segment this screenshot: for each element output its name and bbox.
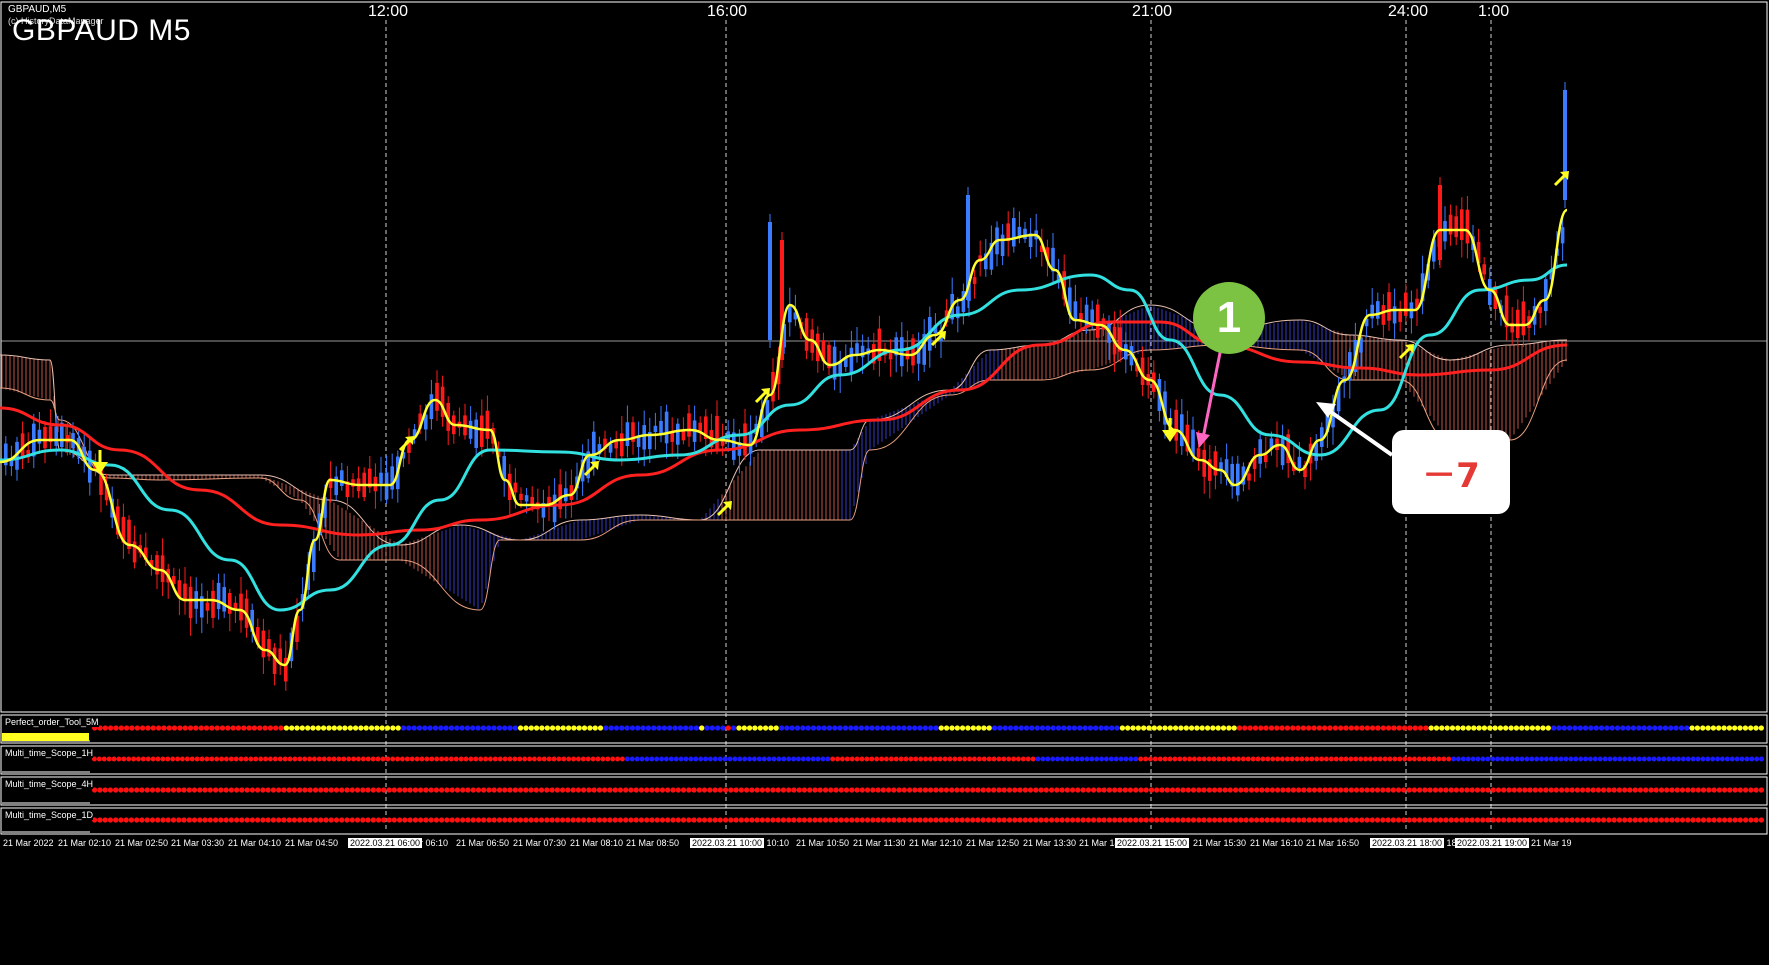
symbol-label: GBPAUD M5 xyxy=(12,14,191,47)
x-axis-label: 21 Mar 08:10 xyxy=(570,838,624,848)
x-axis-label-boxed: 2022.03.21 10:00 xyxy=(690,838,765,848)
time-label-2400: 24:00 xyxy=(1388,3,1429,20)
x-axis-label: 21 Mar 07:30 xyxy=(513,838,567,848)
x-axis-label-boxed: 2022.03.21 15:00 xyxy=(1115,838,1190,848)
pane-label-perfect-order[interactable]: Perfect_order_Tool_5M xyxy=(5,717,99,727)
x-axis-label: 21 Mar 12:50 xyxy=(966,838,1020,848)
x-axis-label: 21 Mar 11:30 xyxy=(853,838,906,848)
annotation-number-bubble: 1 xyxy=(1193,282,1265,354)
x-axis-label: 21 Mar 2022 xyxy=(3,838,54,848)
x-axis-label: 21 Mar 16:50 xyxy=(1306,838,1360,848)
x-axis-label: 21 Mar 03:30 xyxy=(171,838,225,848)
time-label-1600: 16:00 xyxy=(707,3,748,20)
x-axis-label: 21 Mar 08:50 xyxy=(626,838,680,848)
x-axis-label: r 06:10 xyxy=(420,838,449,848)
x-axis-label-boxed: 2022.03.21 19:00 xyxy=(1455,838,1530,848)
x-axis-label: 21 Mar 15:30 xyxy=(1193,838,1247,848)
x-axis-label: 21 Mar 16:10 xyxy=(1250,838,1304,848)
x-axis-label: 21 Mar 02:10 xyxy=(58,838,112,848)
x-axis-label: 21 Mar 14 xyxy=(1079,838,1120,848)
time-label-0100: 1:00 xyxy=(1478,3,1510,20)
time-label-2100: 21:00 xyxy=(1132,3,1173,20)
x-axis-label: 21 Mar 10:50 xyxy=(796,838,850,848)
x-axis-label: 21 Mar 04:50 xyxy=(285,838,339,848)
pane-label-scope-1d[interactable]: Multi_time_Scope_1D xyxy=(5,810,94,820)
x-axis-label: 21 Mar 12:10 xyxy=(909,838,963,848)
x-axis-label: 21 Mar 02:50 xyxy=(115,838,169,848)
x-axis-label: 21 Mar 04:10 xyxy=(228,838,282,848)
x-axis-label: 21 Mar 06:50 xyxy=(456,838,510,848)
time-label-1200: 12:00 xyxy=(368,3,409,20)
pane-label-scope-4h[interactable]: Multi_time_Scope_4H xyxy=(5,779,94,789)
x-axis-label: r 10:10 xyxy=(761,838,790,848)
x-axis-label: 21 Mar 19 xyxy=(1531,838,1572,848)
pane-1-marker xyxy=(2,733,89,741)
x-axis-label: 21 Mar 13:30 xyxy=(1023,838,1077,848)
annotation-callout-box: －7 xyxy=(1392,430,1510,514)
x-axis-label-boxed: 2022.03.21 06:00 xyxy=(348,838,423,848)
pane-label-scope-1h[interactable]: Multi_time_Scope_1H xyxy=(5,748,94,758)
x-axis-label-boxed: 2022.03.21 18:00 xyxy=(1370,838,1445,848)
